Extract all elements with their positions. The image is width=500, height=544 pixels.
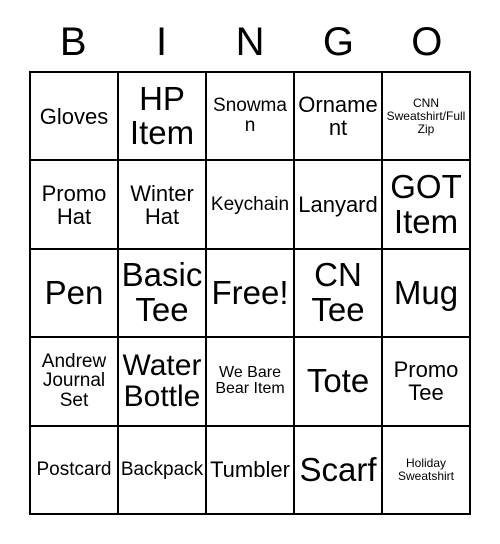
bingo-row: Gloves HP Item Snowman Ornament CNN Swea…: [31, 73, 471, 162]
bingo-row: Promo Hat Winter Hat Keychain Lanyard GO…: [31, 161, 471, 250]
bingo-cell[interactable]: Postcard: [31, 426, 119, 516]
bingo-cell[interactable]: GOT Item: [383, 161, 471, 250]
bingo-cell-label: CNN Sweatshirt/Full Zip: [386, 96, 466, 136]
bingo-cell[interactable]: Mug: [383, 249, 471, 339]
bingo-cell[interactable]: Backpack: [119, 426, 207, 516]
bingo-cell[interactable]: Tote: [295, 338, 383, 427]
header-letter-b: B: [59, 19, 87, 64]
bingo-header: B I N G O: [29, 12, 471, 71]
bingo-cell-label: Water Bottle: [122, 348, 202, 414]
bingo-cell[interactable]: Tumbler: [207, 426, 295, 516]
bingo-cell-label: Andrew Journal Set: [41, 350, 107, 412]
header-letter-n: N: [235, 19, 265, 64]
bingo-row: Andrew Journal Set Water Bottle We Bare …: [31, 338, 471, 427]
bingo-cell-label: Basic Tee: [121, 256, 203, 329]
bingo-cell[interactable]: Keychain: [207, 161, 295, 250]
bingo-cell[interactable]: Scarf: [295, 426, 383, 516]
bingo-row: Postcard Backpack Tumbler Scarf Holiday …: [31, 426, 471, 516]
bingo-cell[interactable]: Holiday Sweatshirt: [383, 426, 471, 516]
bingo-cell[interactable]: Pen: [31, 249, 119, 339]
bingo-cell-label: HP Item: [129, 79, 195, 152]
bingo-cell-label: Backpack: [120, 458, 204, 480]
bingo-cell-free[interactable]: Free!: [207, 249, 295, 339]
bingo-cell[interactable]: CNN Sweatshirt/Full Zip: [383, 73, 471, 162]
bingo-cell-label: GOT Item: [390, 167, 462, 240]
bingo-cell[interactable]: Lanyard: [295, 161, 383, 250]
bingo-cell[interactable]: Water Bottle: [119, 338, 207, 427]
bingo-cell-label: We Bare Bear Item: [215, 363, 285, 398]
bingo-cell-label: Promo Tee: [393, 357, 459, 406]
bingo-grid: Gloves HP Item Snowman Ornament CNN Swea…: [29, 71, 471, 516]
bingo-cell-label: Snowman: [213, 95, 287, 137]
bingo-cell[interactable]: Gloves: [31, 73, 119, 162]
bingo-cell-label: Mug: [393, 273, 459, 311]
bingo-cell[interactable]: Winter Hat: [119, 161, 207, 250]
bingo-cell-label: Free!: [211, 273, 289, 311]
bingo-cell-label: Ornament: [298, 92, 378, 141]
bingo-row: Pen Basic Tee Free! CN Tee Mug: [31, 249, 471, 339]
bingo-cell-label: Keychain: [210, 193, 290, 215]
bingo-cell-label: Pen: [44, 273, 104, 311]
bingo-cell-label: CN Tee: [311, 256, 365, 329]
bingo-card: B I N G O Gloves HP Item Snowman Ornamen…: [29, 12, 471, 516]
bingo-cell[interactable]: CN Tee: [295, 249, 383, 339]
bingo-cell[interactable]: We Bare Bear Item: [207, 338, 295, 427]
bingo-cell[interactable]: Andrew Journal Set: [31, 338, 119, 427]
bingo-cell-label: Lanyard: [298, 192, 378, 218]
bingo-cell-label: Holiday Sweatshirt: [397, 456, 455, 483]
bingo-cell-label: Promo Hat: [41, 180, 107, 229]
bingo-cell[interactable]: Ornament: [295, 73, 383, 162]
bingo-cell-label: Tumbler: [210, 457, 290, 483]
bingo-cell-label: Winter Hat: [130, 180, 194, 229]
bingo-cell[interactable]: Basic Tee: [119, 249, 207, 339]
header-letter-g: G: [322, 19, 354, 64]
bingo-cell[interactable]: Snowman: [207, 73, 295, 162]
bingo-cell[interactable]: Promo Tee: [383, 338, 471, 427]
bingo-cell[interactable]: Promo Hat: [31, 161, 119, 250]
header-letter-o: O: [411, 19, 443, 64]
header-letter-i: I: [156, 19, 168, 64]
bingo-cell-label: Postcard: [36, 458, 112, 480]
bingo-cell[interactable]: HP Item: [119, 73, 207, 162]
bingo-cell-label: Gloves: [39, 103, 109, 129]
bingo-cell-label: Tote: [306, 362, 370, 400]
bingo-cell-label: Scarf: [299, 450, 377, 488]
